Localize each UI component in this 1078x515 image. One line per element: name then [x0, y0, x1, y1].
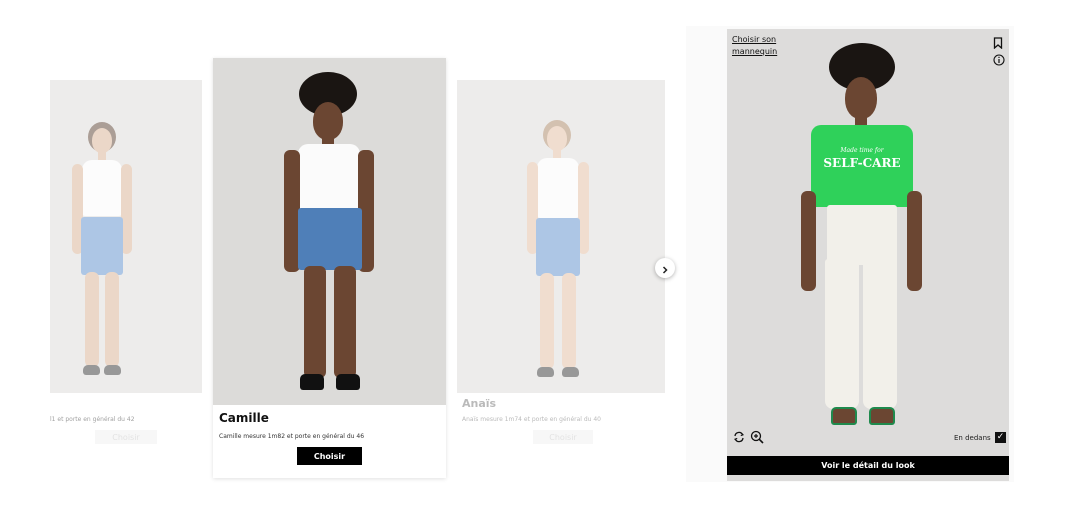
- carousel-next-button[interactable]: [655, 258, 675, 278]
- model-card-info: Anaïs Anaïs mesure 1m74 et porte en géné…: [457, 393, 665, 458]
- shirt-script-text: Made time for: [840, 147, 884, 154]
- model-card-info: l1 et porte en général du 42 Choisir: [50, 393, 202, 458]
- model-description: l1 et porte en général du 42: [50, 416, 135, 423]
- bookmark-icon[interactable]: [992, 36, 1004, 50]
- view-look-details-button[interactable]: Voir le détail du look: [727, 456, 1009, 475]
- model-photo: [213, 58, 446, 405]
- info-icon[interactable]: [992, 53, 1005, 66]
- model-photo: [50, 80, 202, 393]
- choose-model-button[interactable]: Choisir: [95, 430, 157, 444]
- model-figure: [270, 72, 388, 402]
- model-description: Anaïs mesure 1m74 et porte en général du…: [462, 416, 602, 423]
- model-card-left[interactable]: l1 et porte en général du 42 Choisir: [50, 80, 202, 458]
- model-card-anais[interactable]: Anaïs Anaïs mesure 1m74 et porte en géné…: [457, 80, 665, 458]
- tuck-in-label: En dedans: [954, 434, 991, 442]
- self-care-tshirt: Made time for SELF-CARE: [811, 125, 913, 207]
- tuck-in-checkbox[interactable]: ✓: [995, 432, 1006, 443]
- model-description: Camille mesure 1m82 et porte en général …: [219, 433, 365, 440]
- choose-model-button[interactable]: Choisir: [297, 447, 362, 465]
- chevron-right-icon: [661, 259, 669, 278]
- model-card-info: Camille Camille mesure 1m82 et porte en …: [213, 405, 446, 478]
- model-card-camille[interactable]: Camille Camille mesure 1m82 et porte en …: [213, 58, 446, 478]
- choose-model-link[interactable]: Choisir son mannequin: [732, 34, 802, 58]
- tryon-photo: Made time for SELF-CARE: [727, 29, 1009, 481]
- zoom-in-icon[interactable]: [749, 429, 764, 444]
- model-figure: [515, 120, 601, 390]
- model-figure: [62, 122, 142, 387]
- choose-model-button[interactable]: Choisir: [533, 430, 593, 444]
- rotate-icon[interactable]: [732, 430, 745, 443]
- model-photo: [457, 80, 665, 393]
- model-name: Anaïs: [462, 397, 497, 410]
- virtual-tryon-panel: Made time for SELF-CARE Choisir son mann…: [686, 26, 1014, 482]
- check-icon: ✓: [996, 432, 1005, 442]
- model-figure: Made time for SELF-CARE: [795, 43, 925, 433]
- shirt-print-text: SELF-CARE: [823, 156, 901, 170]
- model-name: Camille: [219, 411, 269, 425]
